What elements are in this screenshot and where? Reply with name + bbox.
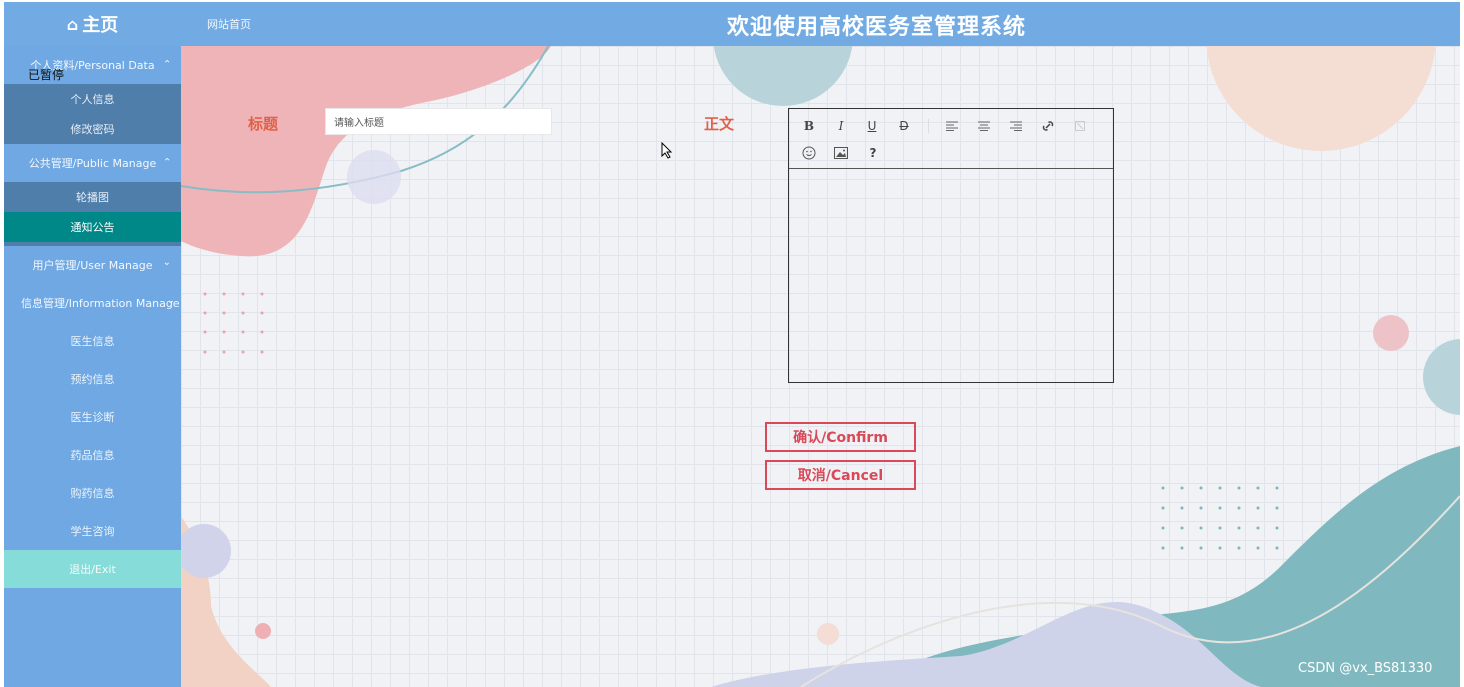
align-center-icon[interactable] (974, 117, 994, 135)
sidebar-item-doctor-diagnosis[interactable]: 医生诊断 (4, 398, 181, 436)
align-right-icon[interactable] (1006, 117, 1026, 135)
site-home-link[interactable]: 网站首页 (207, 16, 251, 32)
top-bar: ⌂ 主页 网站首页 欢迎使用高校医务室管理系统 (4, 2, 1460, 46)
exit-button[interactable]: 退出/Exit (4, 550, 181, 588)
menu-label: 公共管理/Public Manage (28, 157, 157, 170)
sidebar-item-appointment-info[interactable]: 预约信息 (4, 360, 181, 398)
mouse-cursor-icon (661, 142, 673, 159)
sidebar-item-notice[interactable]: 通知公告 (4, 212, 181, 242)
strikethrough-icon[interactable]: D (894, 117, 914, 135)
paused-overlay-text: 已暂停 (28, 68, 65, 82)
title-placeholder: 请输入标题 (334, 118, 384, 129)
teal-circle (713, 46, 853, 106)
cancel-button[interactable]: 取消/Cancel (765, 460, 916, 490)
peach-dot (817, 623, 839, 645)
image-icon[interactable] (831, 144, 851, 162)
unlink-icon[interactable] (1070, 117, 1090, 135)
sidebar-item-drug-info[interactable]: 药品信息 (4, 436, 181, 474)
sidebar-item-student-consult[interactable]: 学生咨询 (4, 512, 181, 550)
body-label: 正文 (704, 115, 735, 133)
submenu-public: 轮播图 通知公告 (4, 182, 181, 246)
home-label: 主页 (82, 15, 119, 36)
pink-circle (1373, 315, 1409, 351)
menu-label: 信息管理/Information Manage (21, 297, 180, 310)
menu-label: 用户管理/User Manage (32, 259, 153, 272)
menu-public-manage[interactable]: 公共管理/Public Manage ⌄ (4, 144, 181, 182)
sidebar-item-personal-info[interactable]: 个人信息 (4, 84, 181, 114)
chevron-down-icon: ⌄ (166, 295, 175, 306)
chevron-up-icon: ⌄ (162, 155, 171, 166)
menu-user-manage[interactable]: 用户管理/User Manage ⌄ (4, 246, 181, 284)
help-icon[interactable]: ? (863, 144, 883, 162)
chevron-up-icon: ⌄ (162, 57, 171, 68)
rich-text-editor: B I U D ? (788, 108, 1114, 383)
pink-blob (181, 46, 551, 257)
italic-icon[interactable]: I (831, 117, 851, 135)
peach-circle (1206, 46, 1436, 151)
chevron-down-icon: ⌄ (162, 257, 171, 268)
title-input[interactable]: 请输入标题 (325, 108, 552, 135)
pink-dot (255, 623, 271, 639)
sidebar-item-change-password[interactable]: 修改密码 (4, 114, 181, 144)
watermark-text: CSDN @vx_BS81330 (1298, 661, 1433, 676)
app-frame: ⌂ 主页 网站首页 欢迎使用高校医务室管理系统 个人资料/Personal Da… (4, 2, 1460, 687)
app-title: 欢迎使用高校医务室管理系统 (727, 15, 1027, 40)
bold-icon[interactable]: B (799, 117, 819, 135)
sidebar-item-doctor-info[interactable]: 医生信息 (4, 322, 181, 360)
teal-circle-right (1423, 339, 1460, 415)
editor-toolbar: B I U D ? (789, 109, 1113, 169)
teal-dot-grid (1161, 486, 1279, 550)
main-content: 标题 请输入标题 正文 B I U D ? 确认/Confirm 取消/Canc… (181, 46, 1460, 687)
lavender-circle (347, 150, 401, 204)
emoji-icon[interactable] (799, 144, 819, 162)
menu-information-manage[interactable]: 信息管理/Information Manage ⌄ (4, 284, 181, 322)
align-left-icon[interactable] (942, 117, 962, 135)
editor-body[interactable] (789, 170, 1113, 382)
link-icon[interactable] (1038, 117, 1058, 135)
submenu-personal: 个人信息 修改密码 (4, 84, 181, 144)
sidebar-item-carousel[interactable]: 轮播图 (4, 182, 181, 212)
home-icon: ⌂ (66, 14, 79, 34)
sidebar-item-purchase-info[interactable]: 购药信息 (4, 474, 181, 512)
pink-dot-grid (203, 292, 264, 354)
sidebar: 个人资料/Personal Data ⌄ 个人信息 修改密码 公共管理/Publ… (4, 46, 181, 687)
home-button[interactable]: ⌂ 主页 (4, 2, 181, 46)
confirm-button[interactable]: 确认/Confirm (765, 422, 916, 452)
lavender-circle-left (181, 524, 231, 578)
toolbar-divider (928, 119, 929, 133)
underline-icon[interactable]: U (862, 117, 882, 135)
title-label: 标题 (248, 115, 279, 133)
